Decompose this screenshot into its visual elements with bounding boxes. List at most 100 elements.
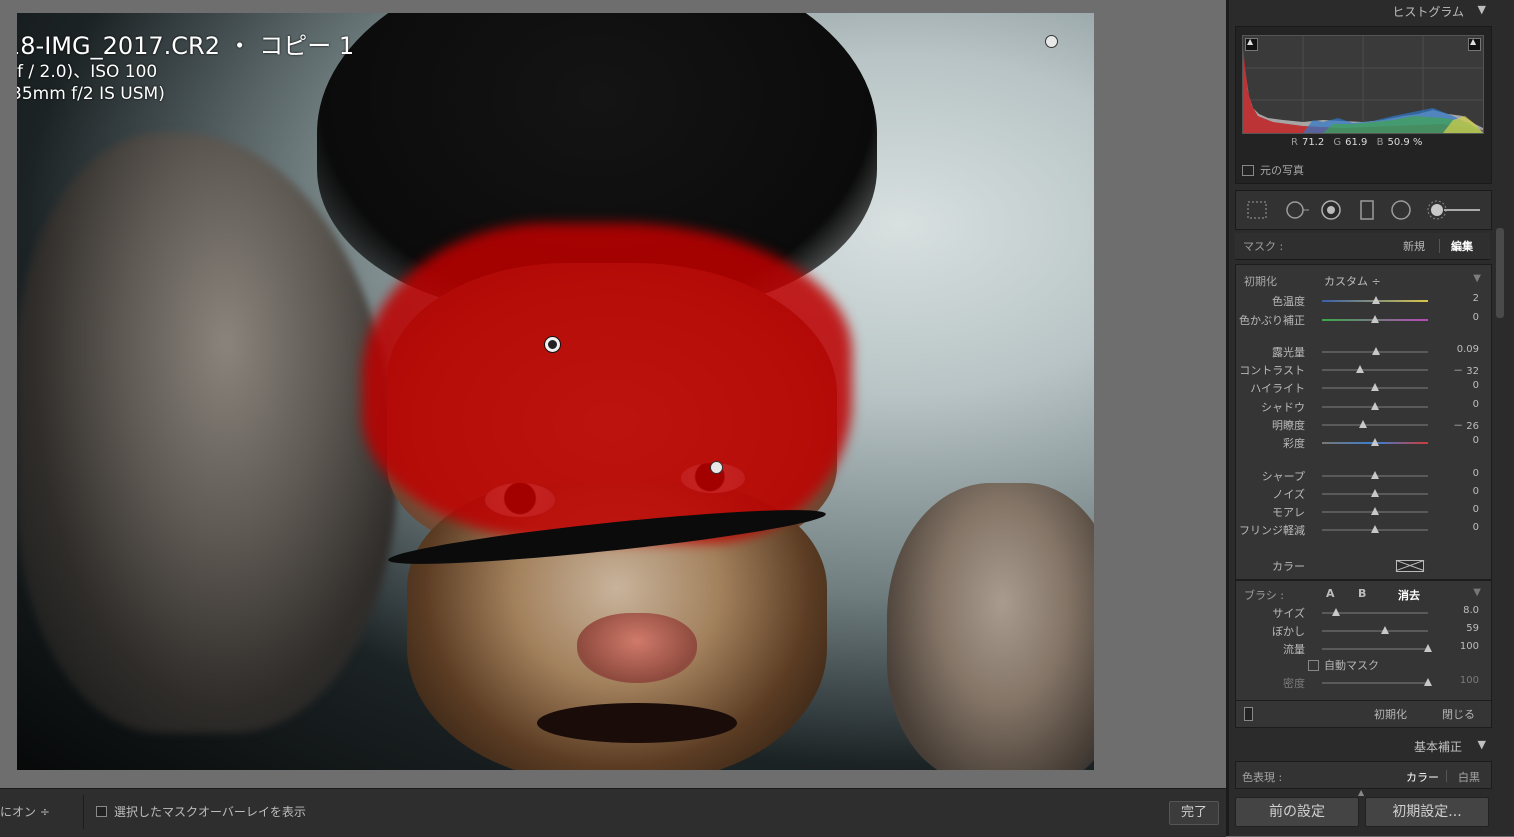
- adj-value[interactable]: 0: [1473, 486, 1479, 497]
- treatment-divider: [1446, 770, 1447, 782]
- basic-panel-header[interactable]: 基本補正 ▼: [1229, 732, 1514, 756]
- adj-slider-thumb[interactable]: [1371, 402, 1379, 410]
- adj-slider-thumb[interactable]: [1371, 315, 1379, 323]
- adj-value[interactable]: － 32: [1453, 362, 1479, 377]
- adj-value[interactable]: 0: [1473, 399, 1479, 410]
- radial-filter-icon[interactable]: [1390, 199, 1412, 221]
- adj-value[interactable]: 0: [1473, 522, 1479, 533]
- mask-pin[interactable]: [1045, 35, 1058, 48]
- brush-slider-thumb[interactable]: [1424, 678, 1432, 686]
- previous-settings-button[interactable]: 前の設定: [1235, 797, 1359, 827]
- adj-slider-thumb[interactable]: [1356, 365, 1365, 373]
- adjustment-brush-icon[interactable]: [1426, 199, 1482, 221]
- effect-collapse-icon[interactable]: ▼: [1473, 273, 1481, 284]
- brush-slider-track[interactable]: [1322, 626, 1428, 634]
- adj-slider-thumb[interactable]: [1371, 489, 1379, 497]
- adj-slider-thumb[interactable]: [1371, 471, 1379, 479]
- treatment-bw-button[interactable]: 白黒: [1458, 769, 1480, 785]
- mask-new-button[interactable]: 新規: [1403, 238, 1425, 254]
- adj-slider-track[interactable]: [1322, 507, 1428, 515]
- adj-slider-track[interactable]: [1322, 438, 1428, 446]
- adj-slider-thumb[interactable]: [1371, 525, 1379, 533]
- brush-value[interactable]: 59: [1466, 623, 1479, 634]
- brush-a-button[interactable]: A: [1326, 587, 1335, 600]
- effect-label: 初期化: [1244, 275, 1277, 288]
- adj-slider-thumb[interactable]: [1371, 438, 1379, 446]
- panel-scrollbar[interactable]: [1496, 228, 1504, 318]
- brush-value[interactable]: 100: [1460, 641, 1479, 652]
- adj-value[interactable]: 0: [1473, 312, 1479, 323]
- brush-b-button[interactable]: B: [1358, 587, 1366, 600]
- adj-label: 明瞭度: [1272, 419, 1305, 432]
- histogram-title[interactable]: ヒストグラム: [1392, 3, 1464, 20]
- adj-value[interactable]: 0: [1473, 504, 1479, 515]
- brush-slider-track[interactable]: [1322, 644, 1432, 652]
- brush-value[interactable]: 8.0: [1463, 605, 1479, 616]
- original-photo-label[interactable]: 元の写真: [1260, 162, 1304, 178]
- highlight-clip-indicator-icon[interactable]: [1468, 37, 1481, 51]
- adj-slider-track[interactable]: [1322, 402, 1428, 410]
- spot-removal-icon[interactable]: [1284, 199, 1309, 221]
- reset-button[interactable]: 初期化: [1374, 706, 1407, 722]
- red-eye-icon[interactable]: [1320, 199, 1342, 221]
- adj-value[interactable]: 0: [1473, 468, 1479, 479]
- treatment-color-button[interactable]: カラー: [1406, 769, 1439, 785]
- mask-overlay-red: [362, 223, 852, 543]
- basic-panel-title[interactable]: 基本補正: [1414, 738, 1462, 755]
- crop-overlay-icon[interactable]: [1246, 199, 1268, 221]
- basic-collapse-icon[interactable]: ▼: [1478, 738, 1486, 751]
- brush-slider-thumb[interactable]: [1380, 626, 1389, 634]
- brush-slider-thumb[interactable]: [1331, 608, 1340, 616]
- brush-erase-button[interactable]: 消去: [1398, 587, 1420, 603]
- mask-pin[interactable]: [710, 461, 723, 474]
- adj-slider-thumb[interactable]: [1371, 507, 1379, 515]
- adj-slider-thumb[interactable]: [1371, 383, 1379, 391]
- graduated-filter-icon[interactable]: [1356, 199, 1378, 221]
- close-button[interactable]: 閉じる: [1442, 706, 1475, 722]
- adj-slider-track[interactable]: [1322, 365, 1428, 373]
- photo-preview[interactable]: 18-IMG_2017.CR2 ・ コピー 1 f / 2.0)、ISO 100…: [17, 13, 1094, 770]
- brush-slider-track[interactable]: [1322, 608, 1428, 616]
- original-photo-checkbox[interactable]: [1242, 165, 1254, 176]
- brush-slider-thumb[interactable]: [1424, 644, 1432, 652]
- effect-preset-select[interactable]: カスタム ÷: [1324, 273, 1381, 289]
- adj-slider-track[interactable]: [1322, 315, 1428, 323]
- adj-slider-thumb[interactable]: [1359, 420, 1368, 428]
- adj-slider-track[interactable]: [1322, 489, 1428, 497]
- adj-slider-thumb[interactable]: [1372, 347, 1381, 355]
- auto-mask-label[interactable]: 自動マスク: [1324, 657, 1379, 673]
- show-overlay-checkbox[interactable]: [96, 806, 107, 817]
- adj-slider-thumb[interactable]: [1372, 296, 1381, 304]
- adj-value[interactable]: 0.09: [1457, 344, 1479, 355]
- collapse-arrow-icon[interactable]: ▼: [1478, 3, 1486, 16]
- adj-slider-track[interactable]: [1322, 383, 1428, 391]
- adj-label: 彩度: [1283, 437, 1305, 450]
- treatment-label: 色表現 :: [1242, 771, 1283, 784]
- adj-slider-track[interactable]: [1322, 471, 1428, 479]
- adj-slider-track[interactable]: [1322, 525, 1428, 533]
- auto-mask-checkbox[interactable]: [1308, 660, 1319, 671]
- adj-value[interactable]: 2: [1473, 293, 1479, 304]
- adj-row: シャープ 0: [1236, 467, 1491, 485]
- adj-slider-track[interactable]: [1322, 347, 1428, 355]
- overlay-mode-select[interactable]: にオン ÷: [0, 803, 50, 820]
- done-button[interactable]: 完了: [1169, 801, 1219, 825]
- adj-value[interactable]: 0: [1473, 435, 1479, 446]
- panel-toggle-switch[interactable]: [1244, 707, 1253, 721]
- adj-value[interactable]: － 26: [1453, 417, 1479, 432]
- mask-pin-active[interactable]: [545, 337, 560, 352]
- brush-label: 密度: [1283, 677, 1305, 690]
- adj-value[interactable]: 0: [1473, 380, 1479, 391]
- reset-settings-button[interactable]: 初期設定...: [1365, 797, 1489, 827]
- adj-slider-track[interactable]: [1322, 296, 1428, 304]
- show-overlay-label[interactable]: 選択したマスクオーバーレイを表示: [114, 803, 306, 820]
- adj-row: 彩度 0: [1236, 434, 1491, 452]
- brush-slider-track[interactable]: [1322, 678, 1432, 686]
- brush-label: ぼかし: [1272, 625, 1305, 638]
- shadow-clip-indicator-icon[interactable]: [1245, 37, 1258, 51]
- mask-edit-button[interactable]: 編集: [1451, 238, 1473, 254]
- color-swatch[interactable]: [1396, 560, 1424, 572]
- adj-slider-track[interactable]: [1322, 420, 1428, 428]
- brush-value[interactable]: 100: [1460, 675, 1479, 686]
- brush-collapse-icon[interactable]: ▼: [1473, 587, 1481, 598]
